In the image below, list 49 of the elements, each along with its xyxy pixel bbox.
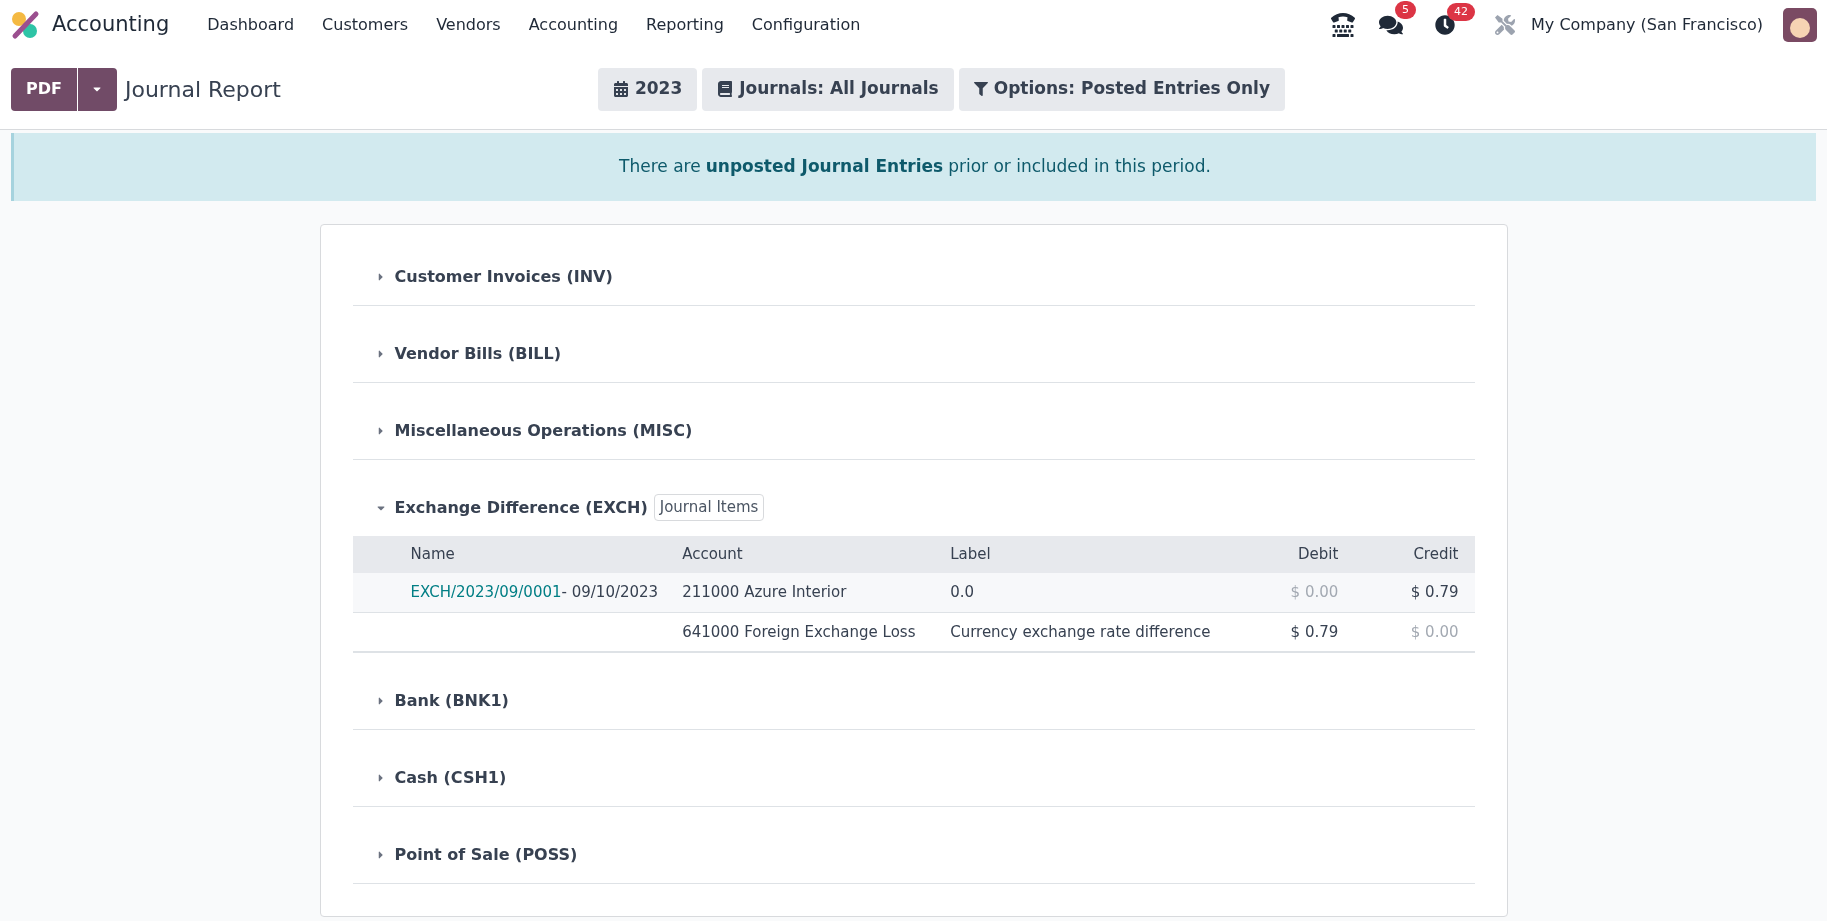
alert-text: There are [619, 155, 701, 179]
amount-cell: $ 0.00 [1234, 573, 1355, 612]
filter-icon [973, 82, 988, 96]
journal-items-button[interactable]: Journal Items [653, 494, 765, 521]
app-logo-icon[interactable] [10, 9, 40, 40]
unposted-entries-link[interactable]: unposted Journal Entries [705, 154, 944, 180]
account-cell: 211000 Azure Interior [666, 573, 935, 612]
pdf-button[interactable]: PDF [11, 67, 77, 111]
menu-item[interactable]: Accounting [514, 12, 633, 37]
menu-item[interactable]: Vendors [422, 12, 515, 37]
page-title: Journal Report [124, 75, 282, 104]
alert-text: prior or included in this period. [948, 155, 1211, 179]
message-count-badge: 5 [1395, 0, 1417, 19]
journal-toggle[interactable]: Cash (CSH1) [352, 765, 507, 790]
entry-date: - 09/10/2023 [561, 583, 659, 601]
calendar-icon [612, 81, 629, 97]
column-header: Credit [1354, 536, 1475, 573]
filter-dropdown[interactable]: Journals: All Journals [702, 67, 954, 111]
journal-entry-link[interactable]: EXCH/2023/09/0001 [410, 583, 562, 601]
label-cell: 0.0 [934, 573, 1235, 612]
app-name[interactable]: Accounting [52, 8, 170, 41]
label-cell: Currency exchange rate difference [934, 612, 1235, 652]
menu-item[interactable]: Dashboard [193, 12, 309, 37]
menu-item[interactable]: Customers [308, 12, 423, 37]
journal-toggle[interactable]: Customer Invoices (INV) [352, 264, 613, 289]
menu-item[interactable]: Reporting [632, 12, 738, 37]
filter-dropdown[interactable]: Options: Posted Entries Only [958, 67, 1285, 111]
column-header: Account [666, 536, 935, 573]
company-switcher[interactable]: My Company (San Francisco) [1531, 12, 1763, 37]
journal-toggle[interactable]: Bank (BNK1) [352, 688, 509, 713]
print-options-dropdown[interactable] [77, 67, 117, 111]
clock-icon[interactable] [1435, 14, 1456, 35]
amount-cell: $ 0.00 [1354, 612, 1475, 652]
avatar-icon[interactable] [1783, 7, 1817, 42]
book-icon [717, 81, 734, 97]
journal-toggle[interactable]: Miscellaneous Operations (MISC) [352, 418, 693, 443]
amount-cell: $ 0.79 [1234, 612, 1355, 652]
activity-count-badge: 42 [1447, 2, 1476, 21]
column-header: Label [934, 536, 1235, 573]
filter-dropdown[interactable]: 2023 [597, 67, 698, 111]
menu-item[interactable]: Configuration [737, 12, 875, 37]
column-header: Name [352, 536, 667, 573]
journal-toggle[interactable]: Exchange Difference (EXCH) [352, 495, 648, 520]
column-header: Debit [1234, 536, 1355, 573]
journal-toggle[interactable]: Point of Sale (POSS) [352, 842, 578, 867]
journal-toggle[interactable]: Vendor Bills (BILL) [352, 341, 562, 366]
phone-icon[interactable] [1331, 12, 1356, 37]
amount-cell: $ 0.79 [1354, 573, 1475, 612]
account-cell: 641000 Foreign Exchange Loss [666, 612, 935, 652]
